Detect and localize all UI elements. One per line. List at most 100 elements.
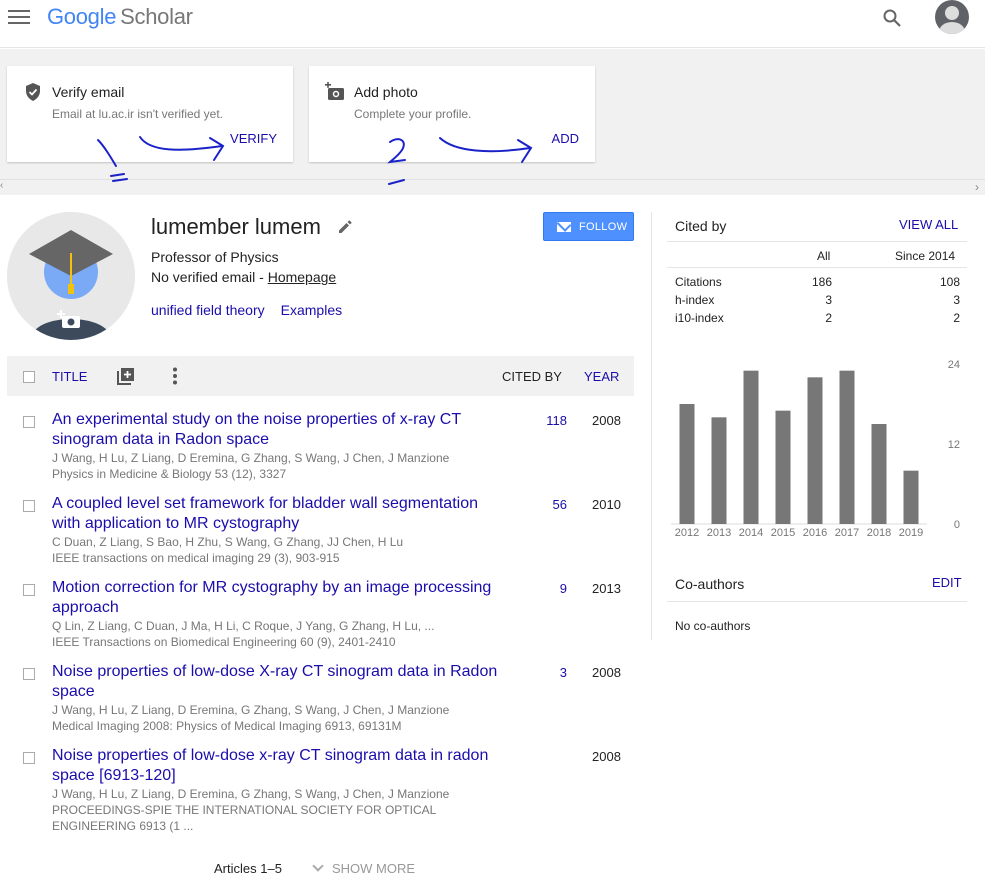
verify-email-subtitle: Email at lu.ac.ir isn't verified yet. [52, 107, 224, 121]
chart-bar-2016[interactable] [807, 377, 823, 524]
chart-bar-2019[interactable] [903, 470, 919, 524]
add-photo-icon [325, 82, 344, 100]
chart-bar-2015[interactable] [775, 410, 791, 524]
x-tick-label: 2018 [867, 527, 891, 539]
article-cited-count[interactable]: 118 [537, 413, 567, 428]
verify-email-title: Verify email [52, 84, 125, 100]
article-checkbox[interactable] [23, 416, 35, 428]
article-year: 2008 [592, 665, 621, 680]
add-photo-title: Add photo [354, 84, 418, 100]
article-year: 2008 [592, 749, 621, 764]
default-avatar-icon [7, 212, 135, 340]
x-tick-label: 2012 [675, 527, 699, 539]
menu-icon[interactable] [8, 10, 30, 26]
articles-range: Articles 1–5 [214, 861, 282, 876]
x-tick-label: 2013 [707, 527, 731, 539]
article-title[interactable]: Motion correction for MR cystography by … [52, 578, 502, 618]
stat-all: 186 [811, 275, 832, 289]
stat-since: 108 [939, 275, 960, 289]
profile-photo[interactable] [7, 212, 135, 340]
article-cited-count[interactable]: 3 [537, 665, 567, 680]
article-checkbox[interactable] [23, 584, 35, 596]
view-all-link[interactable]: VIEW ALL [899, 217, 958, 232]
chart-bar-2017[interactable] [839, 370, 855, 524]
article-cited-count[interactable]: 9 [537, 581, 567, 596]
pencil-icon[interactable] [337, 219, 353, 235]
edit-coauthors-link[interactable]: EDIT [932, 575, 962, 590]
x-tick-label: 2019 [899, 527, 923, 539]
article-venue: IEEE transactions on medical imaging 29 … [52, 551, 340, 565]
article-authors: J Wang, H Lu, Z Liang, D Eremina, G Zhan… [52, 787, 450, 801]
more-options-icon[interactable] [171, 367, 179, 385]
stat-since: 3 [953, 293, 960, 307]
profile-setup-banner: Verify email Email at lu.ac.ir isn't ver… [0, 49, 985, 195]
stat-label: i10-index [675, 311, 724, 325]
show-more-button[interactable]: SHOW MORE [312, 860, 416, 876]
affiliation: Professor of Physics [151, 249, 279, 265]
follow-label: FOLLOW [579, 221, 628, 233]
google-scholar-logo[interactable]: Google Scholar [47, 4, 193, 30]
article-checkbox[interactable] [23, 752, 35, 764]
cited-by-header[interactable]: CITED BY [502, 369, 562, 384]
add-photo-card: Add photo Complete your profile. ADD [309, 66, 595, 162]
article-year: 2013 [592, 581, 621, 596]
scroll-left-icon[interactable]: ‹ [0, 180, 3, 191]
article-title[interactable]: A coupled level set framework for bladde… [52, 494, 502, 534]
citations-bar-chart: 2012 2013 2014 2015 2016 2017 2018 2019 0 12 24 [671, 359, 960, 539]
show-more-label: SHOW MORE [332, 861, 416, 876]
article-venue: IEEE Transactions on Biomedical Engineer… [52, 635, 396, 649]
banner-scrollbar[interactable]: ‹ › [0, 179, 985, 194]
x-tick-label: 2017 [835, 527, 859, 539]
follow-button[interactable]: FOLLOW [543, 212, 634, 241]
stat-all: 2 [825, 311, 832, 325]
email-line: No verified email - Homepage [151, 269, 336, 285]
chart-bar-2013[interactable] [711, 417, 727, 524]
search-icon[interactable] [882, 8, 902, 28]
article-title[interactable]: An experimental study on the noise prope… [52, 410, 502, 450]
col-since-header: Since 2014 [895, 249, 956, 263]
scroll-right-icon[interactable]: › [975, 180, 979, 194]
article-authors: Q Lin, Z Liang, C Duan, J Ma, H Li, C Ro… [52, 619, 435, 633]
add-article-icon[interactable] [117, 367, 135, 385]
article-year: 2010 [592, 497, 621, 512]
shield-check-icon [26, 83, 40, 101]
article-authors: C Duan, Z Liang, S Bao, H Zhu, S Wang, G… [52, 535, 404, 549]
article-checkbox[interactable] [23, 500, 35, 512]
divider [667, 601, 967, 602]
chart-bar-2012[interactable] [679, 404, 695, 524]
article-title[interactable]: Noise properties of low-dose x-ray CT si… [52, 746, 502, 786]
article-venue: Medical Imaging 2008: Physics of Medical… [52, 719, 402, 733]
article-cited-count[interactable]: 56 [537, 497, 567, 512]
profile-name: lumember lumem [151, 214, 321, 239]
col-all-header: All [817, 249, 831, 263]
articles-table-header: TITLE CITED BY YEAR [7, 356, 634, 396]
article-venue: Physics in Medicine & Biology 53 (12), 3… [52, 467, 287, 481]
cited-by-title: Cited by [675, 218, 727, 234]
chevron-down-icon [312, 860, 324, 872]
no-coauthors-text: No co-authors [675, 619, 751, 633]
verify-button[interactable]: VERIFY [230, 131, 277, 146]
x-tick-label: 2014 [739, 527, 763, 539]
coauthors-title: Co-authors [675, 576, 745, 592]
article-title[interactable]: Noise properties of low-dose X-ray CT si… [52, 662, 502, 702]
chart-bar-2014[interactable] [743, 370, 759, 524]
email-text: No verified email - [151, 269, 268, 285]
account-avatar[interactable] [935, 0, 969, 34]
chart-bar-2018[interactable] [871, 424, 887, 524]
interest-link[interactable]: unified field theory [151, 302, 265, 318]
interest-link[interactable]: Examples [281, 302, 342, 318]
select-all-checkbox[interactable] [23, 371, 35, 383]
article-checkbox[interactable] [23, 668, 35, 680]
article-authors: J Wang, H Lu, Z Liang, D Eremina, G Zhan… [52, 703, 450, 717]
y-tick-label: 24 [948, 359, 960, 371]
sort-by-year[interactable]: YEAR [584, 369, 619, 384]
research-interests: unified field theory Examples [151, 302, 358, 318]
logo-scholar: Scholar [120, 4, 193, 29]
article-authors: J Wang, H Lu, Z Liang, D Eremina, G Zhan… [52, 451, 450, 465]
add-photo-subtitle: Complete your profile. [354, 107, 472, 121]
article-venue: PROCEEDINGS-SPIE THE INTERNATIONAL SOCIE… [52, 803, 436, 833]
sort-by-title[interactable]: TITLE [52, 369, 87, 384]
homepage-link[interactable]: Homepage [268, 269, 337, 285]
add-photo-button[interactable]: ADD [552, 131, 579, 146]
top-bar: Google Scholar [0, 0, 985, 48]
